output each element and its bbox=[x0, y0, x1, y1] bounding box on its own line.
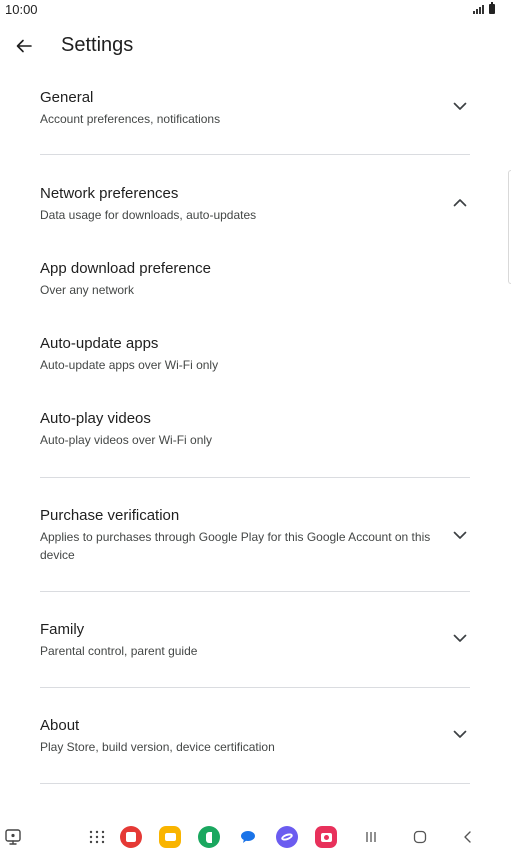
app-bar: Settings bbox=[0, 26, 511, 66]
app-drawer-button[interactable] bbox=[84, 824, 110, 850]
page-title: Settings bbox=[61, 34, 134, 56]
internet-app-icon bbox=[276, 826, 298, 848]
section-subtitle: Account preferences, notifications bbox=[40, 112, 221, 126]
section-subtitle: Applies to purchases through Google Play… bbox=[40, 530, 431, 562]
status-time: 10:00 bbox=[5, 2, 38, 17]
setting-app-download-preference[interactable]: App download preference Over any network bbox=[40, 259, 470, 299]
setting-title: Auto-update apps bbox=[40, 335, 159, 352]
section-family[interactable]: Family Parental control, parent guide bbox=[40, 620, 470, 660]
section-title: About bbox=[40, 717, 80, 734]
back-button[interactable] bbox=[10, 32, 38, 60]
divider bbox=[40, 783, 470, 784]
recent-apps-button[interactable] bbox=[358, 824, 384, 850]
navigation-bar bbox=[0, 818, 511, 856]
divider bbox=[40, 591, 470, 592]
messages-app-icon bbox=[241, 831, 255, 843]
status-bar: 10:00 bbox=[0, 0, 511, 20]
recent-apps-icon bbox=[366, 832, 376, 842]
internet-app-button[interactable] bbox=[274, 824, 300, 850]
status-icons bbox=[473, 2, 495, 14]
phone-app-icon bbox=[198, 826, 220, 848]
divider bbox=[40, 687, 470, 688]
setting-title: Auto-play videos bbox=[40, 410, 151, 427]
battery-icon bbox=[489, 2, 495, 14]
setting-value: Auto-play videos over Wi-Fi only bbox=[40, 433, 213, 447]
home-icon bbox=[413, 830, 427, 844]
chevron-down-icon bbox=[450, 525, 470, 545]
back-nav-icon bbox=[464, 831, 471, 843]
chevron-up-icon bbox=[450, 192, 470, 212]
setting-value: Auto-update apps over Wi-Fi only bbox=[40, 358, 219, 372]
files-app-button[interactable] bbox=[157, 824, 183, 850]
divider bbox=[40, 154, 470, 155]
back-nav-button[interactable] bbox=[455, 824, 481, 850]
section-general[interactable]: General Account preferences, notificatio… bbox=[40, 88, 470, 128]
section-about[interactable]: About Play Store, build version, device … bbox=[40, 716, 470, 756]
screen-recorder-button[interactable] bbox=[0, 824, 26, 850]
section-title: General bbox=[40, 89, 94, 106]
chevron-down-icon bbox=[450, 96, 470, 116]
arrow-back-icon bbox=[16, 39, 32, 53]
signal-icon bbox=[473, 4, 484, 14]
settings-screen: 10:00 Settings General Account preferenc… bbox=[0, 0, 511, 856]
files-app-icon bbox=[159, 826, 181, 848]
section-subtitle: Data usage for downloads, auto-updates bbox=[40, 208, 257, 222]
section-purchase-verification[interactable]: Purchase verification Applies to purchas… bbox=[40, 506, 470, 564]
camera-app-icon bbox=[315, 826, 337, 848]
section-title: Family bbox=[40, 621, 85, 638]
screen-recorder-icon bbox=[5, 829, 21, 845]
home-button[interactable] bbox=[407, 824, 433, 850]
app-grid-icon bbox=[89, 830, 105, 844]
section-network-preferences[interactable]: Network preferences Data usage for downl… bbox=[40, 184, 470, 224]
section-title: Purchase verification bbox=[40, 507, 180, 524]
divider bbox=[40, 477, 470, 478]
section-title: Network preferences bbox=[40, 185, 179, 202]
setting-value: Over any network bbox=[40, 283, 135, 297]
section-subtitle: Play Store, build version, device certif… bbox=[40, 740, 275, 754]
notes-app-button[interactable] bbox=[118, 824, 144, 850]
section-subtitle: Parental control, parent guide bbox=[40, 644, 198, 658]
setting-title: App download preference bbox=[40, 260, 211, 277]
camera-app-button[interactable] bbox=[313, 824, 339, 850]
notes-app-icon bbox=[120, 826, 142, 848]
messages-app-button[interactable] bbox=[235, 824, 261, 850]
setting-auto-update-apps[interactable]: Auto-update apps Auto-update apps over W… bbox=[40, 334, 470, 374]
phone-app-button[interactable] bbox=[196, 824, 222, 850]
chevron-down-icon bbox=[450, 724, 470, 744]
setting-auto-play-videos[interactable]: Auto-play videos Auto-play videos over W… bbox=[40, 409, 470, 449]
chevron-down-icon bbox=[450, 628, 470, 648]
